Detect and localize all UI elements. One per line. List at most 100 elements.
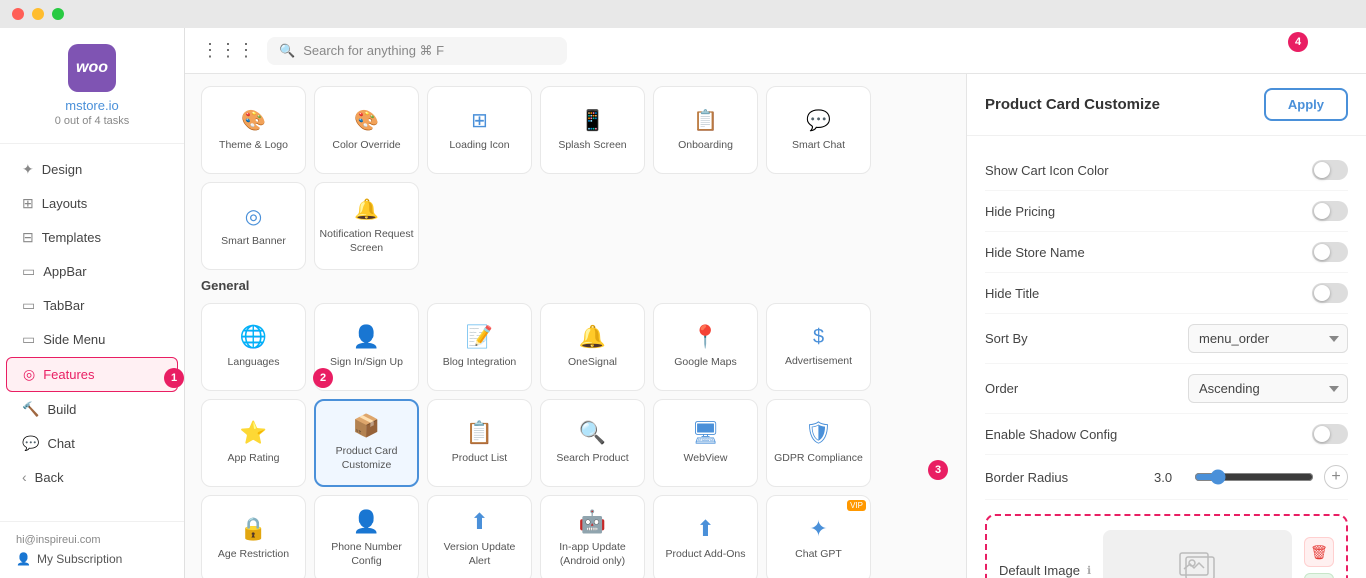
featured-row-2: ◎ Smart Banner 🔔 Notification Request Sc…	[201, 182, 950, 270]
grid-item-age-restriction[interactable]: 🔒 Age Restriction	[201, 495, 306, 578]
default-image-label: Default Image ℹ	[999, 563, 1091, 578]
border-radius-plus[interactable]: +	[1324, 465, 1348, 489]
gdpr-icon: 🛡	[805, 420, 833, 446]
sidebar-item-design[interactable]: ✦ Design	[6, 153, 178, 186]
sidebar-nav: ✦ Design ⊞ Layouts ⊟ Templates ▭ AppBar …	[0, 144, 184, 521]
panel-body: Show Cart Icon Color Hide Pricing Hide S…	[967, 136, 1366, 578]
grid-item-theme-logo[interactable]: 🎨 Theme & Logo	[201, 86, 306, 174]
sidebar-item-templates[interactable]: ⊟ Templates	[6, 221, 178, 254]
languages-icon: 🌐	[240, 324, 267, 350]
notification-icon: 🔔	[354, 197, 379, 222]
version-update-label: Version Update Alert	[432, 541, 527, 568]
grid-item-onesignal[interactable]: 🔔 OneSignal	[540, 303, 645, 391]
blog-icon: 📝	[466, 324, 493, 350]
step-badge-4: 4	[1288, 32, 1308, 52]
back-icon: ‹	[22, 469, 27, 485]
grid-item-version-update[interactable]: ⬆ Version Update Alert	[427, 495, 532, 578]
sidebar-item-sidemenu[interactable]: ▭ Side Menu	[6, 323, 178, 356]
order-label: Order	[985, 381, 1018, 396]
task-count: 0 out of 4 tasks	[55, 115, 130, 127]
show-cart-icon-toggle[interactable]	[1312, 160, 1348, 180]
shadow-config-label: Enable Shadow Config	[985, 427, 1117, 442]
sort-by-select[interactable]: menu_order date price title	[1188, 324, 1348, 353]
sidebar-item-chat[interactable]: 💬 Chat	[6, 427, 178, 460]
apply-button[interactable]: Apply	[1264, 88, 1348, 121]
hide-store-name-toggle[interactable]	[1312, 242, 1348, 262]
delete-image-button[interactable]: 🗑	[1304, 537, 1334, 567]
grid-item-loading-icon[interactable]: ⊞ Loading Icon	[427, 86, 532, 174]
grid-item-notification[interactable]: 🔔 Notification Request Screen	[314, 182, 419, 270]
grid-item-webview[interactable]: 🖥 WebView	[653, 399, 758, 487]
grid-item-phone-number[interactable]: 👤 Phone Number Config	[314, 495, 419, 578]
search-bar[interactable]: 🔍 Search for anything ⌘ F	[267, 37, 567, 65]
shadow-config-toggle[interactable]	[1312, 424, 1348, 444]
hide-pricing-toggle[interactable]	[1312, 201, 1348, 221]
hide-store-name-label: Hide Store Name	[985, 245, 1085, 260]
sidebar-label-design: Design	[42, 162, 82, 177]
product-addons-icon: ⬆	[696, 516, 714, 542]
edit-image-button[interactable]: ✏	[1304, 573, 1334, 578]
sidebar-item-appbar[interactable]: ▭ AppBar	[6, 255, 178, 288]
subscription-link[interactable]: 👤 My Subscription	[16, 552, 168, 566]
sidebar-item-back[interactable]: ‹ Back	[6, 461, 178, 493]
product-list-icon: 📋	[466, 420, 493, 446]
inapp-update-label: In-app Update (Android only)	[545, 541, 640, 568]
step-badge-2: 2	[313, 368, 333, 388]
onboarding-label: Onboarding	[678, 139, 733, 153]
signin-label: Sign In/Sign Up	[330, 356, 403, 370]
grid-item-product-addons[interactable]: ⬆ Product Add-Ons	[653, 495, 758, 578]
main-content: ⋮⋮⋮ 🔍 Search for anything ⌘ F 🎨 Theme & …	[185, 0, 1366, 578]
close-btn[interactable]	[12, 8, 24, 20]
grid-item-app-rating[interactable]: ⭐ App Rating	[201, 399, 306, 487]
grid-item-chat-gpt[interactable]: VIP ✦ Chat GPT	[766, 495, 871, 578]
advertisement-icon: $	[813, 326, 824, 349]
minimize-btn[interactable]	[32, 8, 44, 20]
sidemenu-icon: ▭	[22, 331, 35, 348]
grid-item-smart-chat[interactable]: 💬 Smart Chat	[766, 86, 871, 174]
tabbar-icon: ▭	[22, 297, 35, 314]
grid-item-onboarding[interactable]: 📋 Onboarding	[653, 86, 758, 174]
general-section-label: General	[201, 278, 950, 293]
grid-item-languages[interactable]: 🌐 Languages	[201, 303, 306, 391]
hide-title-toggle[interactable]	[1312, 283, 1348, 303]
subscription-label: My Subscription	[37, 552, 122, 566]
setting-border-radius: Border Radius 3.0 +	[985, 455, 1348, 500]
sidebar-item-layouts[interactable]: ⊞ Layouts	[6, 187, 178, 220]
grid-item-gdpr[interactable]: 🛡 GDPR Compliance	[766, 399, 871, 487]
grid-item-search-product[interactable]: 🔍 Search Product	[540, 399, 645, 487]
border-radius-slider[interactable]	[1194, 469, 1314, 485]
grid-item-color-override[interactable]: 🎨 Color Override	[314, 86, 419, 174]
grid-item-splash-screen[interactable]: 📱 Splash Screen	[540, 86, 645, 174]
chat-gpt-icon: ✦	[809, 516, 827, 542]
store-name[interactable]: mstore.io	[65, 98, 118, 113]
sidebar-item-features[interactable]: ◎ Features	[6, 357, 178, 392]
appbar-icon: ▭	[22, 263, 35, 280]
google-maps-icon: 📍	[692, 324, 719, 350]
smart-banner-icon: ◎	[245, 204, 262, 229]
product-addons-label: Product Add-Ons	[666, 548, 746, 562]
grid-item-blog[interactable]: 📝 Blog Integration	[427, 303, 532, 391]
setting-sort-by: Sort By menu_order date price title	[985, 314, 1348, 364]
sidebar-item-tabbar[interactable]: ▭ TabBar	[6, 289, 178, 322]
product-card-label: Product Card Customize	[320, 445, 413, 472]
sidebar-label-templates: Templates	[42, 230, 101, 245]
chat-icon: 💬	[22, 435, 39, 452]
notification-label: Notification Request Screen	[319, 228, 414, 255]
grid-item-product-card[interactable]: 📦 Product Card Customize	[314, 399, 419, 487]
maximize-btn[interactable]	[52, 8, 64, 20]
age-restriction-label: Age Restriction	[218, 548, 289, 562]
phone-number-label: Phone Number Config	[319, 541, 414, 568]
grid-item-product-list[interactable]: 📋 Product List	[427, 399, 532, 487]
sidebar-logo-section: woo mstore.io 0 out of 4 tasks	[0, 28, 184, 144]
phone-number-icon: 👤	[353, 509, 380, 535]
order-select[interactable]: Ascending Descending	[1188, 374, 1348, 403]
sidebar-item-build[interactable]: 🔨 Build	[6, 393, 178, 426]
grid-item-advertisement[interactable]: $ Advertisement	[766, 303, 871, 391]
grid-item-smart-banner[interactable]: ◎ Smart Banner	[201, 182, 306, 270]
grid-item-google-maps[interactable]: 📍 Google Maps	[653, 303, 758, 391]
advertisement-label: Advertisement	[785, 355, 852, 369]
hide-title-label: Hide Title	[985, 286, 1039, 301]
grid-menu-icon[interactable]: ⋮⋮⋮	[201, 40, 255, 61]
grid-item-inapp-update[interactable]: 🤖 In-app Update (Android only)	[540, 495, 645, 578]
default-image-section: Default Image ℹ NO PRODUCT IMAGE	[985, 514, 1348, 578]
